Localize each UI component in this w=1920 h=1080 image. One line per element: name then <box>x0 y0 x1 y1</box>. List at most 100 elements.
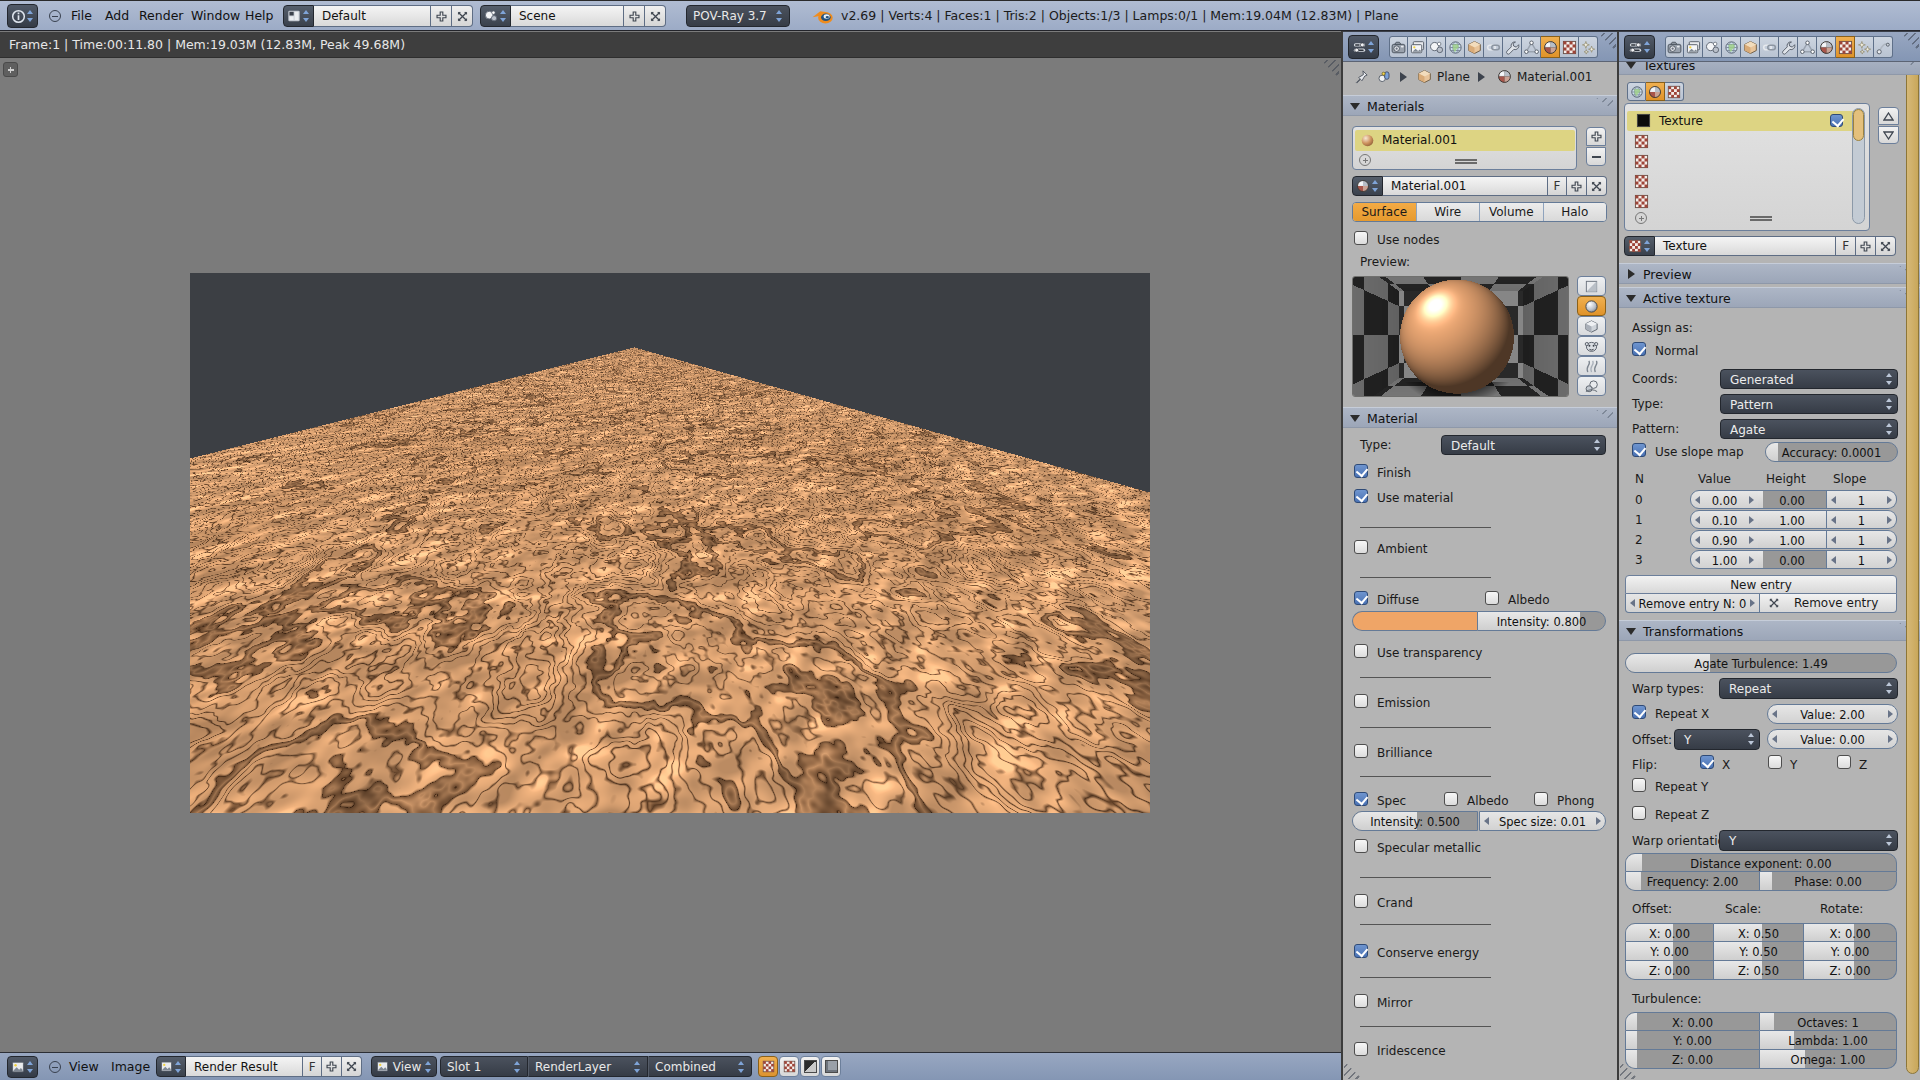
editor-corner-widget[interactable] <box>1344 1061 1362 1079</box>
slope-height-slider-0[interactable]: 0.00 <box>1758 490 1827 509</box>
turbulence-x-slider[interactable]: X: 0.00 <box>1625 1012 1760 1031</box>
list-resize-grip[interactable] <box>1750 216 1772 221</box>
decrease-arrow-icon[interactable] <box>1484 817 1489 825</box>
ambient-checkbox[interactable] <box>1354 540 1368 554</box>
turbulence-z-slider[interactable]: Z: 0.00 <box>1625 1050 1760 1069</box>
finish-checkbox[interactable] <box>1354 464 1368 478</box>
increase-arrow-icon[interactable] <box>1749 496 1754 504</box>
scene-delete-button[interactable] <box>645 5 666 27</box>
material-browse-button[interactable] <box>1352 176 1383 196</box>
slot-dropdown[interactable]: Slot 1 <box>440 1056 528 1077</box>
tab-texture[interactable] <box>1836 36 1855 58</box>
editor-corner-widget[interactable] <box>1321 60 1339 78</box>
tab-physics[interactable] <box>1874 36 1893 58</box>
turbulence-y-slider[interactable]: Y: 0.00 <box>1625 1031 1760 1050</box>
tab-constraints[interactable] <box>1760 36 1779 58</box>
rotate-y-slider[interactable]: Y: 0.00 <box>1804 942 1897 961</box>
preview-sphere-button[interactable] <box>1577 296 1606 316</box>
slope-slope-field-2[interactable]: 1 <box>1827 530 1897 549</box>
tab-material[interactable] <box>1817 36 1836 58</box>
preview-sky-button[interactable] <box>1577 376 1606 396</box>
remove-material-slot-button[interactable] <box>1586 147 1606 166</box>
use-transparency-checkbox[interactable] <box>1354 644 1368 658</box>
scene-name-field[interactable]: Scene <box>511 5 624 27</box>
increase-arrow-icon[interactable] <box>1749 536 1754 544</box>
menu-view[interactable]: View <box>69 1059 99 1074</box>
diffuse-albedo-checkbox[interactable] <box>1485 591 1499 605</box>
decrease-arrow-icon[interactable] <box>1831 516 1836 524</box>
menu-add[interactable]: Add <box>105 8 129 23</box>
scale-y-slider[interactable]: Y: 0.50 <box>1714 942 1804 961</box>
tab-object[interactable] <box>1741 36 1760 58</box>
warp-types-dropdown[interactable]: Repeat <box>1719 678 1898 699</box>
rotate-x-slider[interactable]: X: 0.00 <box>1804 923 1897 942</box>
spec-checkbox[interactable] <box>1354 792 1368 806</box>
image-browse-button[interactable] <box>156 1056 186 1077</box>
increase-arrow-icon[interactable] <box>1887 496 1892 504</box>
spec-albedo-checkbox[interactable] <box>1444 792 1458 806</box>
increase-arrow-icon[interactable] <box>1749 516 1754 524</box>
slope-value-field-2[interactable]: 0.90 <box>1690 530 1759 549</box>
list-add-icon[interactable] <box>1635 212 1647 224</box>
tab-particles[interactable] <box>1579 36 1598 58</box>
offset-axis-dropdown[interactable]: Y <box>1674 729 1760 750</box>
draw-color-button[interactable] <box>779 1056 799 1077</box>
pin-icon[interactable] <box>1354 69 1369 84</box>
tab-surface[interactable]: Surface <box>1353 203 1416 221</box>
slope-value-field-0[interactable]: 0.00 <box>1690 490 1759 509</box>
list-add-icon[interactable] <box>1359 154 1371 166</box>
flip-z-checkbox[interactable] <box>1837 755 1851 769</box>
screen-layout-add-button[interactable] <box>431 5 452 27</box>
tab-texture[interactable] <box>1560 36 1579 58</box>
omega-slider[interactable]: Omega: 1.00 <box>1760 1050 1897 1069</box>
texture-context-material-button[interactable] <box>1646 82 1665 101</box>
texture-add-button[interactable] <box>1856 236 1876 256</box>
editor-type-button-image[interactable] <box>7 1056 38 1078</box>
preview-panel-header[interactable]: Preview <box>1619 263 1920 284</box>
add-material-slot-button[interactable] <box>1586 127 1606 146</box>
offset-value-field[interactable]: Value: 0.00 <box>1767 729 1898 749</box>
scale-z-slider[interactable]: Z: 0.50 <box>1714 961 1804 980</box>
region-expand-button[interactable] <box>3 62 18 77</box>
decrease-arrow-icon[interactable] <box>1772 710 1777 718</box>
material-panel-header[interactable]: Material <box>1343 407 1617 428</box>
increase-arrow-icon[interactable] <box>1888 735 1893 743</box>
texture-slot-item[interactable]: Texture <box>1627 111 1855 131</box>
fake-user-button[interactable]: F <box>1836 236 1856 256</box>
list-scrollbar[interactable] <box>1852 108 1865 224</box>
editor-type-button-properties[interactable] <box>1348 35 1379 59</box>
menu-file[interactable]: File <box>71 8 92 23</box>
list-resize-grip[interactable] <box>1455 159 1477 164</box>
diffuse-checkbox[interactable] <box>1354 591 1368 605</box>
flip-x-checkbox[interactable] <box>1700 755 1714 769</box>
accuracy-field[interactable]: Accuracy: 0.0001 <box>1765 442 1898 462</box>
render-pass-dropdown[interactable]: Combined <box>648 1056 752 1077</box>
tab-modifiers[interactable] <box>1779 36 1798 58</box>
scale-x-slider[interactable]: X: 0.50 <box>1714 923 1804 942</box>
material-unlink-button[interactable] <box>1587 176 1607 196</box>
image-add-button[interactable] <box>322 1056 342 1077</box>
image-name-field[interactable]: Render Result <box>186 1056 303 1077</box>
tab-scene[interactable] <box>1703 36 1722 58</box>
repeat-y-checkbox[interactable] <box>1632 778 1646 792</box>
agate-turbulence-slider[interactable]: Agate Turbulence: 1.49 <box>1625 653 1897 673</box>
remove-entry-n-field[interactable]: Remove entry N: 0 <box>1625 594 1760 613</box>
tab-render[interactable] <box>1389 36 1408 58</box>
screen-layout-name-field[interactable]: Default <box>314 5 431 27</box>
increase-arrow-icon[interactable] <box>1888 710 1893 718</box>
repeat-z-checkbox[interactable] <box>1632 806 1646 820</box>
texture-unlink-button[interactable] <box>1876 236 1896 256</box>
tab-object-data[interactable] <box>1798 36 1817 58</box>
tab-constraints[interactable] <box>1484 36 1503 58</box>
increase-arrow-icon[interactable] <box>1596 817 1601 825</box>
image-unlink-button[interactable] <box>342 1056 362 1077</box>
tab-object-data[interactable] <box>1522 36 1541 58</box>
crand-checkbox[interactable] <box>1354 894 1368 908</box>
preview-monkey-button[interactable] <box>1577 336 1606 356</box>
draw-z-button[interactable] <box>821 1056 841 1077</box>
diffuse-color-swatch[interactable] <box>1352 611 1477 631</box>
offset-z-slider[interactable]: Z: 0.00 <box>1625 961 1714 980</box>
type-dropdown[interactable]: Pattern <box>1720 394 1898 414</box>
repeat-x-value-field[interactable]: Value: 2.00 <box>1767 704 1898 724</box>
texture-context-other-button[interactable] <box>1665 82 1684 101</box>
